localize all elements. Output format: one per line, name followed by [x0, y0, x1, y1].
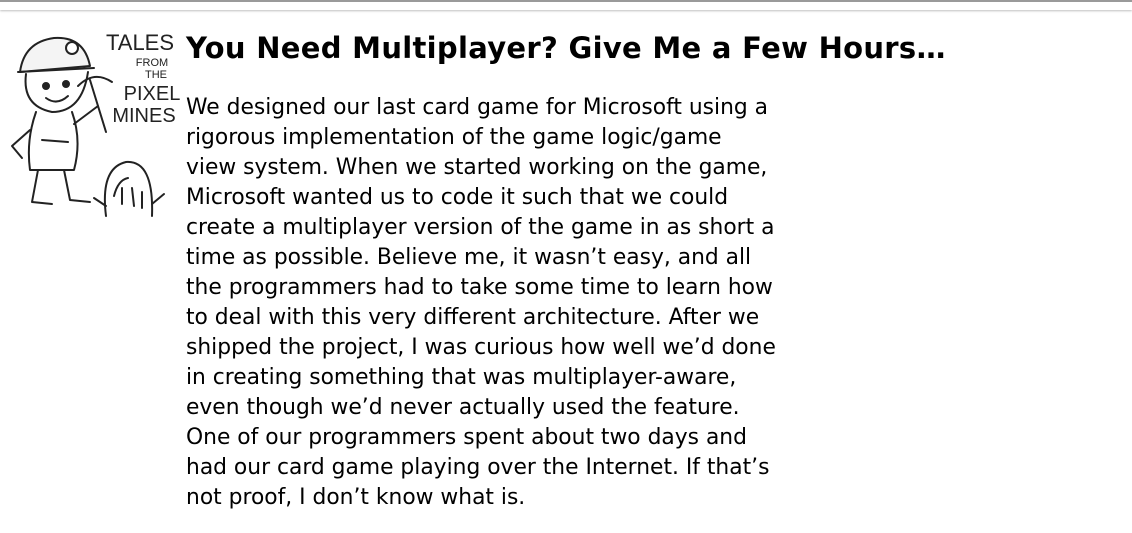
emblem-word-mines: MINES	[112, 105, 175, 127]
emblem-word-from: FROM	[136, 57, 168, 69]
tales-from-the-pixel-mines-emblem: TALES FROM THE PIXEL MINES	[2, 20, 182, 220]
top-rule	[0, 0, 1132, 10]
emblem-word-tales: TALES	[106, 30, 174, 55]
sidebar-callout: You Need Multiplayer? Give Me a Few Hour…	[186, 28, 1106, 513]
callout-body: We designed our last card game for Micro…	[186, 95, 776, 510]
callout-title: You Need Multiplayer? Give Me a Few Hour…	[186, 31, 946, 65]
emblem-word-pixel: PIXEL	[124, 83, 181, 105]
emblem-word-the: THE	[145, 69, 167, 81]
miner-cartoon-icon: TALES FROM THE PIXEL MINES	[11, 30, 181, 217]
